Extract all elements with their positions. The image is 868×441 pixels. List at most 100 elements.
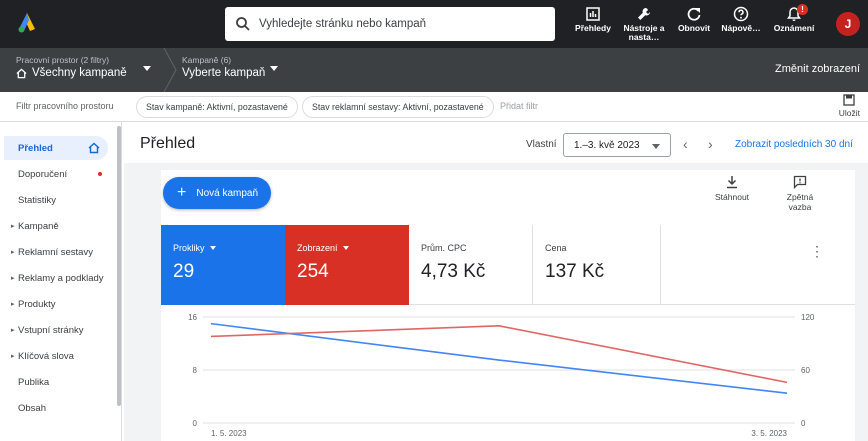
google-ads-logo-icon[interactable] <box>14 10 40 36</box>
x-tick-label: 3. 5. 2023 <box>751 429 787 438</box>
sidebar-item-label: Publika <box>18 376 50 388</box>
search-icon <box>236 17 250 31</box>
show-last-30-days-link[interactable]: Zobrazit posledních 30 dní <box>735 139 853 150</box>
reports-button[interactable]: Přehledy <box>572 6 614 44</box>
help-icon <box>733 6 749 22</box>
filter-chip-campaign-status[interactable]: Stav kampaně: Aktivní, pozastavené <box>136 96 298 118</box>
campaign-chevron-down-icon[interactable] <box>270 66 278 71</box>
sidebar-item-label: Klíčová slova <box>18 350 74 362</box>
workspace-selector[interactable]: Pracovní prostor (2 filtry) Všechny kamp… <box>16 55 127 79</box>
metric-card-avg-cpc[interactable]: Prům. CPC 4,73 Kč <box>409 225 533 305</box>
metric-card-impressions[interactable]: Zobrazení 254 <box>285 225 409 305</box>
workspace-sub: Pracovní prostor (2 filtry) <box>16 55 110 65</box>
sidebar-item-label: Obsah <box>18 402 46 414</box>
save-button[interactable]: Uložit <box>839 94 860 118</box>
sidebar-item-label: Přehled <box>18 142 53 154</box>
series-line-prokliky <box>210 322 788 394</box>
page-title: Přehled <box>140 135 196 152</box>
breadcrumb-bar: Pracovní prostor (2 filtry) Všechny kamp… <box>0 48 868 92</box>
sidebar-item-recommendations[interactable]: Doporučení <box>8 162 112 186</box>
metric-value: 137 Kč <box>545 261 605 282</box>
sidebar-item-ads[interactable]: ▸ Reklamy a podklady <box>8 266 112 290</box>
metric-label: Prokliky <box>173 243 205 253</box>
sidebar-item-overview[interactable]: Přehled <box>4 136 108 160</box>
prev-period-button[interactable]: ‹ <box>683 136 688 152</box>
recommendation-dot <box>98 172 102 176</box>
refresh-icon <box>687 7 701 21</box>
sidebar: Přehled Doporučení Statistiky ▸ Kampaně ▸… <box>0 122 122 441</box>
metric-label: Cena <box>545 243 567 253</box>
tools-button[interactable]: Nástroje a nasta… <box>620 6 668 44</box>
metric-card-clicks[interactable]: Prokliky 29 <box>161 225 285 305</box>
help-label: Nápově… <box>721 23 761 33</box>
home-icon <box>16 68 27 78</box>
sidebar-item-products[interactable]: ▸ Produkty <box>8 292 112 316</box>
metric-label: Zobrazení <box>297 243 338 253</box>
metric-value: 254 <box>297 261 329 282</box>
workspace-main: Všechny kampaně <box>32 67 127 79</box>
refresh-label: Obnovit <box>677 23 711 33</box>
sidebar-item-label: Produkty <box>18 298 56 310</box>
sidebar-item-insights[interactable]: Statistiky <box>8 188 112 212</box>
metric-card-cost[interactable]: Cena 137 Kč <box>533 225 661 305</box>
sidebar-item-content[interactable]: Obsah <box>8 396 112 420</box>
notification-badge: ! <box>797 4 808 15</box>
sidebar-item-audiences[interactable]: Publika <box>8 370 112 394</box>
avatar[interactable]: J <box>836 12 860 36</box>
reports-label: Přehledy <box>575 23 611 33</box>
search-input[interactable]: Vyhledejte stránku nebo kampaň <box>225 7 555 41</box>
y-left-tick-label: 0 <box>193 419 198 428</box>
download-icon <box>727 176 738 189</box>
expand-arrow-icon: ▸ <box>11 353 15 360</box>
feedback-button[interactable]: Zpětná vazba <box>775 175 825 212</box>
top-bar: Vyhledejte stránku nebo kampaň Přehledy … <box>0 0 868 48</box>
sidebar-item-keywords[interactable]: ▸ Klíčová slova <box>8 344 112 368</box>
notifications-button[interactable]: Oznámení <box>770 6 818 44</box>
more-options-icon[interactable]: ⋮ <box>810 243 824 260</box>
tools-label: Nástroje a nasta… <box>623 23 665 42</box>
y-right-tick-label: 60 <box>801 366 810 375</box>
download-button[interactable]: Stáhnout <box>715 175 749 202</box>
sidebar-item-label: Statistiky <box>18 194 57 206</box>
change-view-link[interactable]: Změnit zobrazení <box>775 63 860 75</box>
filter-chip-adgroup-status[interactable]: Stav reklamní sestavy: Aktivní, pozastav… <box>302 96 494 118</box>
date-range-picker[interactable]: 1.–3. kvě 2023 <box>563 133 671 157</box>
chevron-down-icon <box>652 144 660 149</box>
download-label: Stáhnout <box>715 192 750 202</box>
next-period-button[interactable]: › <box>708 136 713 152</box>
plus-icon: + <box>177 184 187 201</box>
feedback-icon <box>793 175 807 189</box>
help-button[interactable]: Nápově… <box>720 6 762 44</box>
search-placeholder: Vyhledejte stránku nebo kampaň <box>259 18 427 30</box>
chevron-down-icon[interactable] <box>342 246 349 250</box>
campaign-main: Vyberte kampaň <box>182 67 266 79</box>
sidebar-scrollbar[interactable] <box>117 126 121 406</box>
add-filter-link[interactable]: Přidat filtr <box>500 101 538 111</box>
date-range-type: Vlastní <box>526 139 557 150</box>
performance-chart: 0 8 16 0 60 120 1. 5. 2023 3. 5. 2023 <box>188 313 815 438</box>
metric-label: Prům. CPC <box>421 243 467 253</box>
sidebar-item-landing-pages[interactable]: ▸ Vstupní stránky <box>8 318 112 342</box>
chevron-down-icon[interactable] <box>209 246 216 250</box>
y-left-tick-label: 8 <box>193 366 198 375</box>
sidebar-item-label: Reklamy a podklady <box>18 272 104 284</box>
date-range-value: 1.–3. kvě 2023 <box>574 139 640 151</box>
sidebar-item-adgroups[interactable]: ▸ Reklamní sestavy <box>8 240 112 264</box>
metric-value: 4,73 Kč <box>421 261 486 282</box>
campaign-sub: Kampaně (6) <box>182 55 232 65</box>
tools-icon <box>638 8 650 20</box>
campaign-selector[interactable]: Kampaně (6) Vyberte kampaň <box>182 55 265 79</box>
workspace-chevron-down-icon[interactable] <box>143 66 151 71</box>
expand-arrow-icon: ▸ <box>11 327 15 334</box>
save-label: Uložit <box>838 108 860 118</box>
new-campaign-button[interactable]: + Nová kampaň <box>163 177 271 209</box>
expand-arrow-icon: ▸ <box>11 275 15 282</box>
sidebar-item-campaigns[interactable]: ▸ Kampaně <box>8 214 112 238</box>
filter-bar: Filtr pracovního prostoru Stav kampaně: … <box>0 92 868 122</box>
reports-icon <box>586 7 600 21</box>
new-campaign-label: Nová kampaň <box>196 187 259 199</box>
y-right-tick-label: 120 <box>801 313 815 322</box>
refresh-button[interactable]: Obnovit <box>676 6 712 44</box>
feedback-label: Zpětná vazba <box>786 192 814 212</box>
save-icon <box>843 94 856 106</box>
